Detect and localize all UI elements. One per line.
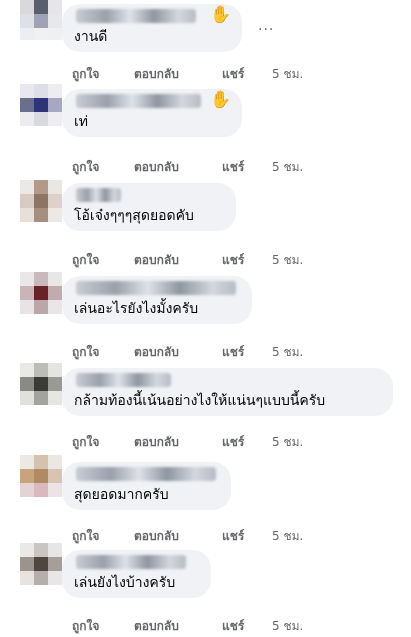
timestamp[interactable]: 5 ชม. bbox=[272, 251, 303, 269]
avatar[interactable] bbox=[20, 455, 62, 497]
comment-bubble: โอ้เจ๋งๆๆๆสุดยอดคับ bbox=[62, 183, 236, 231]
share-link[interactable]: แชร์ bbox=[222, 343, 244, 361]
commenter-name-blurred[interactable] bbox=[76, 9, 196, 23]
share-link[interactable]: แชร์ bbox=[222, 527, 244, 545]
wave-hand-icon: ✋ bbox=[210, 90, 232, 110]
like-link[interactable]: ถูกใจ bbox=[72, 433, 99, 451]
comment-bubble: กล้ามท้องนี้เน้นอย่างไงให้แน่นๆแบบนี้ครั… bbox=[62, 368, 393, 416]
comment-text: เท่ bbox=[74, 114, 89, 130]
avatar[interactable] bbox=[20, 543, 62, 585]
share-link[interactable]: แชร์ bbox=[222, 251, 244, 269]
avatar[interactable] bbox=[20, 272, 62, 314]
avatar[interactable] bbox=[20, 84, 62, 126]
like-link[interactable]: ถูกใจ bbox=[72, 158, 99, 176]
avatar[interactable] bbox=[20, 0, 62, 40]
share-link[interactable]: แชร์ bbox=[222, 65, 244, 83]
comment-text: งานดี bbox=[74, 29, 108, 45]
commenter-name-blurred[interactable] bbox=[76, 94, 201, 108]
more-options-icon[interactable]: ... bbox=[258, 18, 274, 34]
timestamp[interactable]: 5 ชม. bbox=[272, 343, 303, 361]
reply-link[interactable]: ตอบกลับ bbox=[134, 527, 179, 545]
share-link[interactable]: แชร์ bbox=[222, 617, 244, 635]
timestamp[interactable]: 5 ชม. bbox=[272, 617, 303, 635]
like-link[interactable]: ถูกใจ bbox=[72, 343, 99, 361]
timestamp[interactable]: 5 ชม. bbox=[272, 527, 303, 545]
wave-hand-icon: ✋ bbox=[210, 5, 232, 25]
avatar[interactable] bbox=[20, 363, 62, 405]
like-link[interactable]: ถูกใจ bbox=[72, 527, 99, 545]
reply-link[interactable]: ตอบกลับ bbox=[134, 65, 179, 83]
comment-bubble: ✋ เท่ bbox=[62, 89, 242, 137]
comment-bubble: เล่นอะไรยังไงมั้งครับ bbox=[62, 276, 252, 324]
reply-link[interactable]: ตอบกลับ bbox=[134, 251, 179, 269]
commenter-name-blurred[interactable] bbox=[76, 281, 236, 295]
commenter-name-blurred[interactable] bbox=[76, 188, 121, 202]
comment-text: สุดยอดมากครับ bbox=[74, 487, 169, 503]
comment-text: โอ้เจ๋งๆๆๆสุดยอดคับ bbox=[74, 208, 194, 224]
share-link[interactable]: แชร์ bbox=[222, 158, 244, 176]
comment-text: เล่นอะไรยังไงมั้งครับ bbox=[74, 301, 199, 317]
comment-text: เล่นยังไงบ้างครับ bbox=[74, 575, 176, 591]
reply-link[interactable]: ตอบกลับ bbox=[134, 617, 179, 635]
commenter-name-blurred[interactable] bbox=[76, 373, 171, 387]
commenter-name-blurred[interactable] bbox=[76, 555, 186, 569]
reply-link[interactable]: ตอบกลับ bbox=[134, 343, 179, 361]
reply-link[interactable]: ตอบกลับ bbox=[134, 158, 179, 176]
comment-text: กล้ามท้องนี้เน้นอย่างไงให้แน่นๆแบบนี้ครั… bbox=[74, 393, 326, 409]
comment-bubble: สุดยอดมากครับ bbox=[62, 462, 231, 510]
timestamp[interactable]: 5 ชม. bbox=[272, 65, 303, 83]
comment-bubble: เล่นยังไงบ้างครับ bbox=[62, 550, 211, 598]
commenter-name-blurred[interactable] bbox=[76, 467, 216, 481]
like-link[interactable]: ถูกใจ bbox=[72, 251, 99, 269]
avatar[interactable] bbox=[20, 180, 62, 222]
like-link[interactable]: ถูกใจ bbox=[72, 65, 99, 83]
like-link[interactable]: ถูกใจ bbox=[72, 617, 99, 635]
share-link[interactable]: แชร์ bbox=[222, 433, 244, 451]
reply-link[interactable]: ตอบกลับ bbox=[134, 433, 179, 451]
timestamp[interactable]: 5 ชม. bbox=[272, 158, 303, 176]
comment-bubble: ✋ งานดี bbox=[62, 4, 242, 52]
timestamp[interactable]: 5 ชม. bbox=[272, 433, 303, 451]
